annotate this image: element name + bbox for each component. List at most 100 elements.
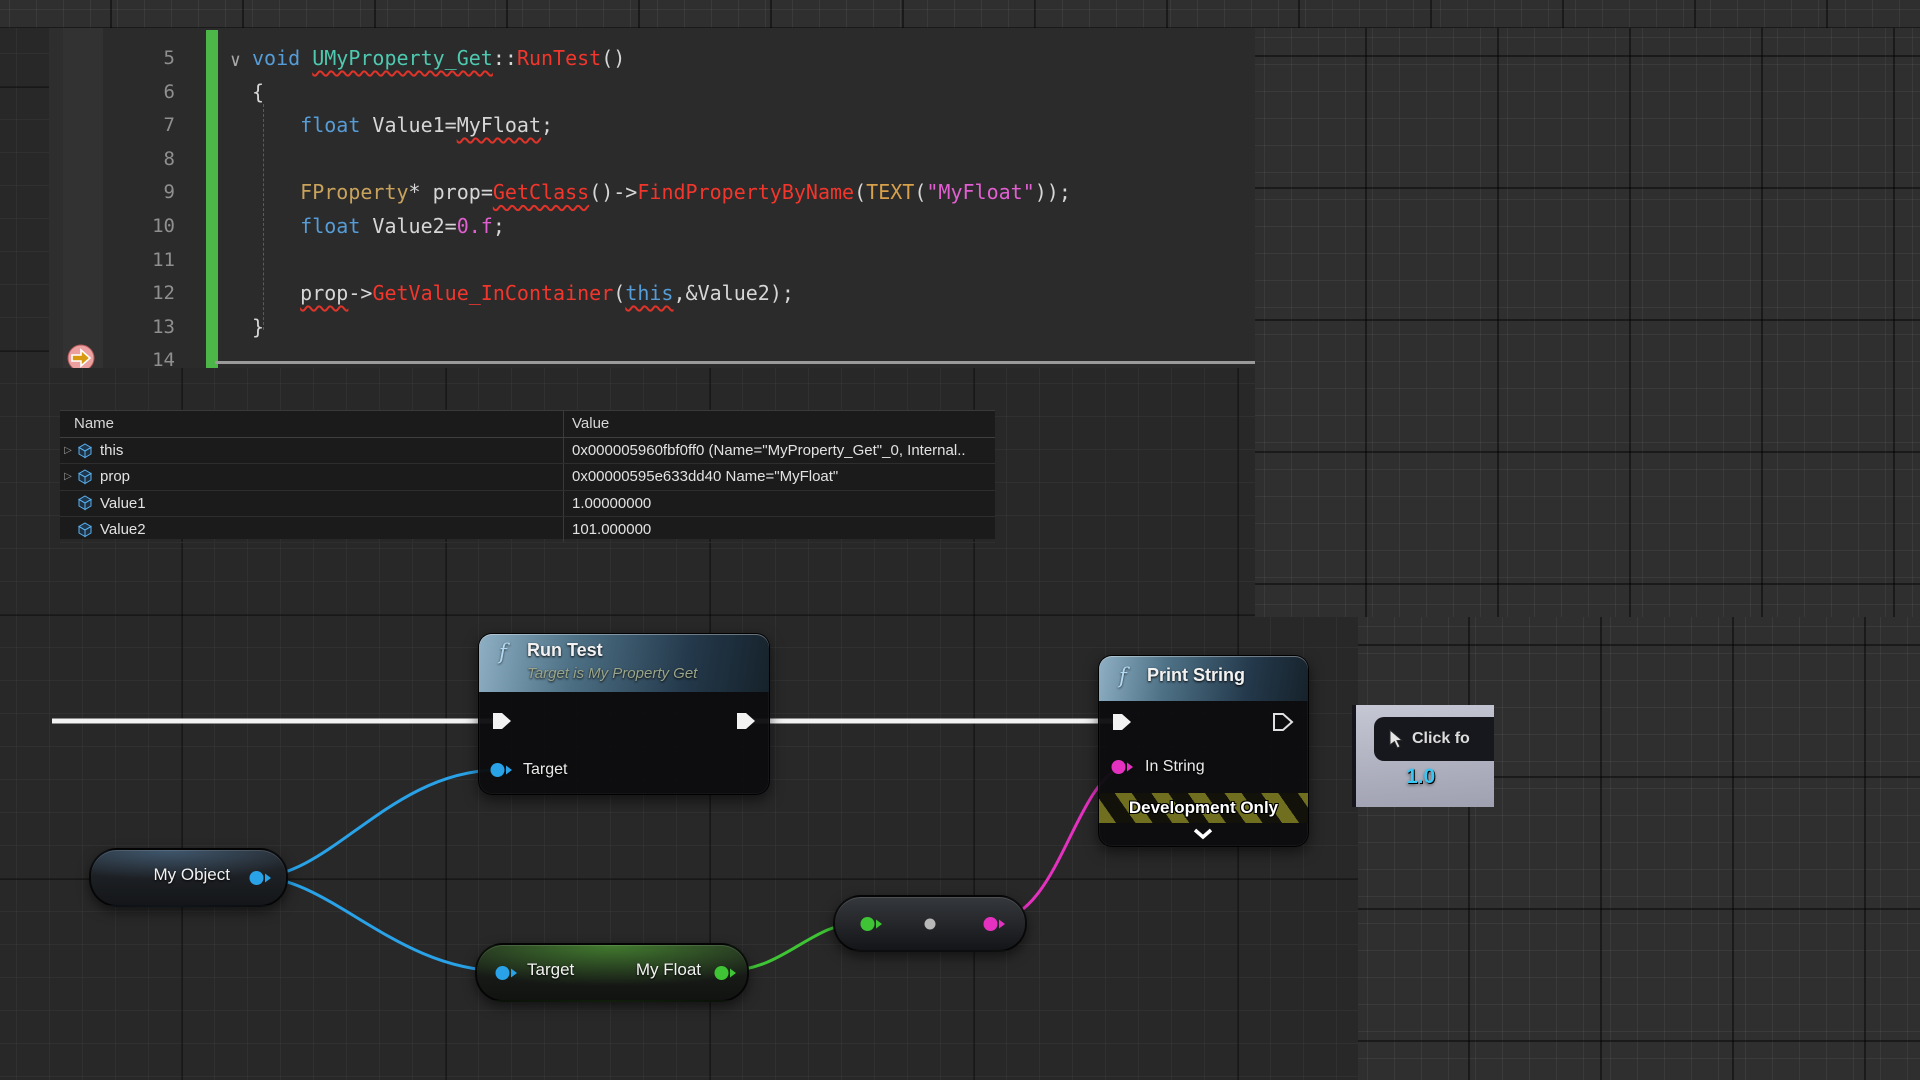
node-subtitle: Target is My Property Get: [527, 665, 697, 682]
expander-icon[interactable]: ▷: [60, 464, 76, 489]
code-token: FProperty: [300, 180, 408, 204]
code-line: [252, 143, 1071, 177]
fold-chevron-icon[interactable]: ∨: [230, 44, 241, 78]
click-for-details-button[interactable]: Click fo: [1374, 717, 1494, 761]
my-object-label: My Object: [153, 865, 230, 885]
target-pin-label: Target: [523, 761, 567, 779]
getter-target-pin[interactable]: [495, 965, 519, 981]
watch-row[interactable]: Value11.00000000: [60, 491, 995, 517]
code-token: float: [300, 214, 372, 238]
code-token: GetValue_InContainer: [372, 281, 613, 305]
code-token: [252, 180, 300, 204]
conversion-in-pin[interactable]: [860, 916, 884, 932]
watch-variable-value: 1.00000000: [563, 491, 995, 516]
code-token: =: [445, 214, 457, 238]
conversion-out-pin[interactable]: [983, 916, 1007, 932]
variable-icon: [76, 522, 94, 538]
expand-chevron-icon[interactable]: [1193, 828, 1213, 840]
conversion-dot-icon: [924, 918, 936, 930]
code-line: [252, 244, 1071, 278]
code-token: 0.f: [457, 214, 493, 238]
code-token: ;: [541, 113, 553, 137]
blueprint-canvas[interactable]: 567891011121314 ∨ void UMyProperty_Get::…: [0, 0, 1920, 1080]
code-token: float: [300, 113, 372, 137]
code-token: prop: [433, 180, 481, 204]
code-token: [252, 113, 300, 137]
execution-pointer-icon: [67, 344, 95, 368]
watch-window[interactable]: Name Value ▷ this 0x000005960fbf0ff0 (Name…: [60, 410, 995, 539]
code-token: (: [854, 180, 866, 204]
expander-icon[interactable]: ▷: [60, 438, 76, 463]
object-wire-to-getter[interactable]: [257, 877, 502, 971]
in-string-pin-label: In String: [1145, 758, 1205, 776]
code-line: FProperty* prop=GetClass()->FindProperty…: [252, 176, 1071, 210]
line-number: 10: [103, 210, 175, 244]
code-token: =: [445, 113, 457, 137]
variable-icon: [76, 443, 94, 459]
code-line: void UMyProperty_Get::RunTest(): [252, 42, 1071, 76]
watch-row[interactable]: ▷ prop 0x00000595e633dd40 Name="MyFloat": [60, 464, 995, 490]
code-token: FindPropertyByName: [637, 180, 854, 204]
node-title: Print String: [1147, 665, 1245, 686]
code-token: ,&: [673, 281, 697, 305]
watch-variable-name: this: [100, 438, 123, 463]
watch-col-value[interactable]: Value: [563, 411, 995, 437]
code-token: ));: [1035, 180, 1071, 204]
exec-in-pin[interactable]: [491, 711, 513, 731]
target-pin[interactable]: [490, 762, 514, 778]
object-wire-to-runtest[interactable]: [257, 770, 496, 877]
node-print-string[interactable]: f Print String In String Development Onl…: [1098, 655, 1309, 847]
development-only-banner: Development Only: [1099, 793, 1308, 823]
code-token: ->: [348, 281, 372, 305]
code-line: }: [252, 311, 1071, 345]
function-icon: f: [1119, 664, 1127, 688]
my-float-output-pin[interactable]: [714, 965, 738, 981]
line-number: 12: [103, 277, 175, 311]
function-icon: f: [499, 640, 507, 664]
editor-hscrollbar[interactable]: [215, 361, 1255, 364]
change-tracking-bar: [206, 30, 218, 368]
code-token: (): [601, 46, 625, 70]
code-token: TEXT: [866, 180, 914, 204]
code-line: prop->GetValue_InContainer(this,&Value2)…: [252, 277, 1071, 311]
code-token: this: [625, 281, 673, 305]
watch-header: Name Value: [60, 411, 995, 438]
watch-col-name[interactable]: Name: [60, 411, 563, 437]
my-object-output-pin[interactable]: [249, 870, 273, 886]
exec-out-pin[interactable]: [1272, 712, 1294, 732]
debug-watch-popup: Click fo 1.0: [1352, 705, 1494, 807]
variable-icon: [76, 495, 94, 511]
variable-icon: [76, 469, 94, 485]
in-string-pin[interactable]: [1111, 759, 1135, 775]
code-editor[interactable]: 567891011121314 ∨ void UMyProperty_Get::…: [49, 28, 1255, 368]
code-token: void: [252, 46, 312, 70]
node-print-string-header[interactable]: f Print String: [1099, 656, 1308, 701]
watch-variable-name: Value2: [100, 517, 146, 542]
exec-out-pin[interactable]: [735, 711, 757, 731]
node-run-test[interactable]: f Run Test Target is My Property Get Tar…: [478, 633, 770, 795]
node-get-my-float[interactable]: Target My Float: [475, 943, 749, 1002]
code-token: Value1: [372, 113, 444, 137]
my-float-label: My Float: [636, 960, 701, 980]
exec-in-pin[interactable]: [1111, 712, 1133, 732]
watch-variable-value: 0x00000595e633dd40 Name="MyFloat": [563, 464, 995, 489]
editor-left-strip: [49, 28, 64, 368]
breakpoint-margin[interactable]: [63, 28, 103, 368]
code-token: }: [252, 315, 264, 339]
code-token: Value2: [372, 214, 444, 238]
cursor-icon: [1388, 729, 1404, 749]
code-line: float Value1=MyFloat;: [252, 109, 1071, 143]
node-my-object[interactable]: My Object: [89, 848, 288, 907]
debug-value: 1.0: [1406, 765, 1435, 789]
code-token: *: [409, 180, 433, 204]
watch-row[interactable]: ▷ this 0x000005960fbf0ff0 (Name="MyPropert…: [60, 438, 995, 464]
line-number: 5: [103, 42, 175, 76]
node-float-to-string[interactable]: [833, 895, 1027, 952]
code-token: );: [770, 281, 794, 305]
watch-variable-name: prop: [100, 464, 130, 489]
getter-target-label: Target: [527, 960, 574, 980]
watch-row[interactable]: Value2101.000000: [60, 517, 995, 543]
node-run-test-header[interactable]: f Run Test Target is My Property Get: [479, 634, 769, 692]
watch-variable-value: 0x000005960fbf0ff0 (Name="MyProperty_Get…: [563, 438, 995, 463]
code-token: MyFloat: [457, 113, 541, 137]
